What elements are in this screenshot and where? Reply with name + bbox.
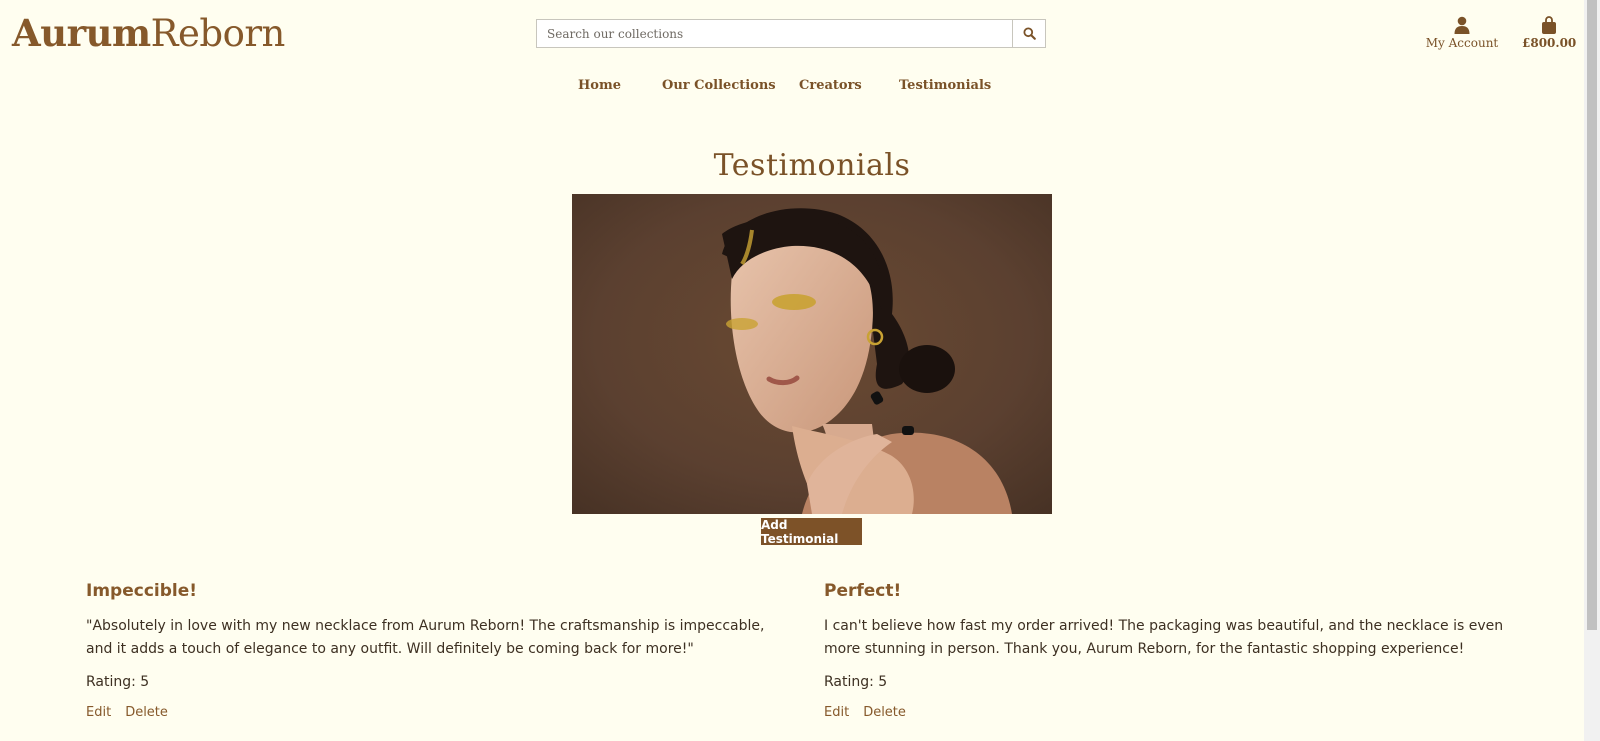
hero-portrait-image: [572, 194, 1052, 514]
edit-link[interactable]: Edit: [86, 705, 111, 720]
page-title: Testimonials: [713, 148, 911, 183]
user-icon: [1454, 16, 1470, 34]
testimonial-title: Impeccible!: [86, 581, 197, 601]
nav-home[interactable]: Home: [578, 78, 621, 93]
my-account-link[interactable]: My Account: [1425, 16, 1499, 50]
hero-image: [572, 194, 1052, 514]
testimonial-rating: Rating: 5: [86, 674, 150, 690]
shopping-bag-icon: [1542, 16, 1556, 34]
site-logo[interactable]: AurumReborn: [12, 10, 285, 57]
nav-testimonials[interactable]: Testimonials: [899, 78, 991, 93]
nav-our-collections[interactable]: Our Collections: [662, 78, 776, 93]
testimonial-quote: "Absolutely in love with my new necklace…: [86, 618, 765, 657]
add-testimonial-button[interactable]: Add Testimonial: [761, 518, 862, 546]
logo-regular-text: Reborn: [150, 12, 286, 55]
testimonial-title: Perfect!: [824, 581, 902, 601]
search-icon: [1022, 27, 1036, 40]
scrollbar-thumb[interactable]: [1587, 0, 1597, 630]
testimonial-card: Impeccible! "Absolutely in love with my …: [86, 580, 776, 720]
delete-link[interactable]: Delete: [863, 705, 906, 720]
delete-link[interactable]: Delete: [125, 705, 168, 720]
testimonial-quote: I can't believe how fast my order arrive…: [824, 618, 1504, 657]
cart-total: £800.00: [1522, 36, 1577, 50]
edit-link[interactable]: Edit: [824, 705, 849, 720]
logo-bold-text: Aurum: [12, 11, 151, 55]
nav-creators[interactable]: Creators: [799, 78, 862, 93]
shopping-bag-link[interactable]: £800.00: [1522, 16, 1576, 50]
search-bar: [536, 19, 1046, 48]
vertical-scrollbar[interactable]: [1584, 0, 1600, 741]
testimonial-rating: Rating: 5: [824, 674, 888, 690]
my-account-label: My Account: [1425, 36, 1499, 50]
search-input[interactable]: [537, 20, 1014, 47]
search-button[interactable]: [1012, 20, 1045, 47]
testimonial-card: Perfect! I can't believe how fast my ord…: [824, 580, 1514, 720]
